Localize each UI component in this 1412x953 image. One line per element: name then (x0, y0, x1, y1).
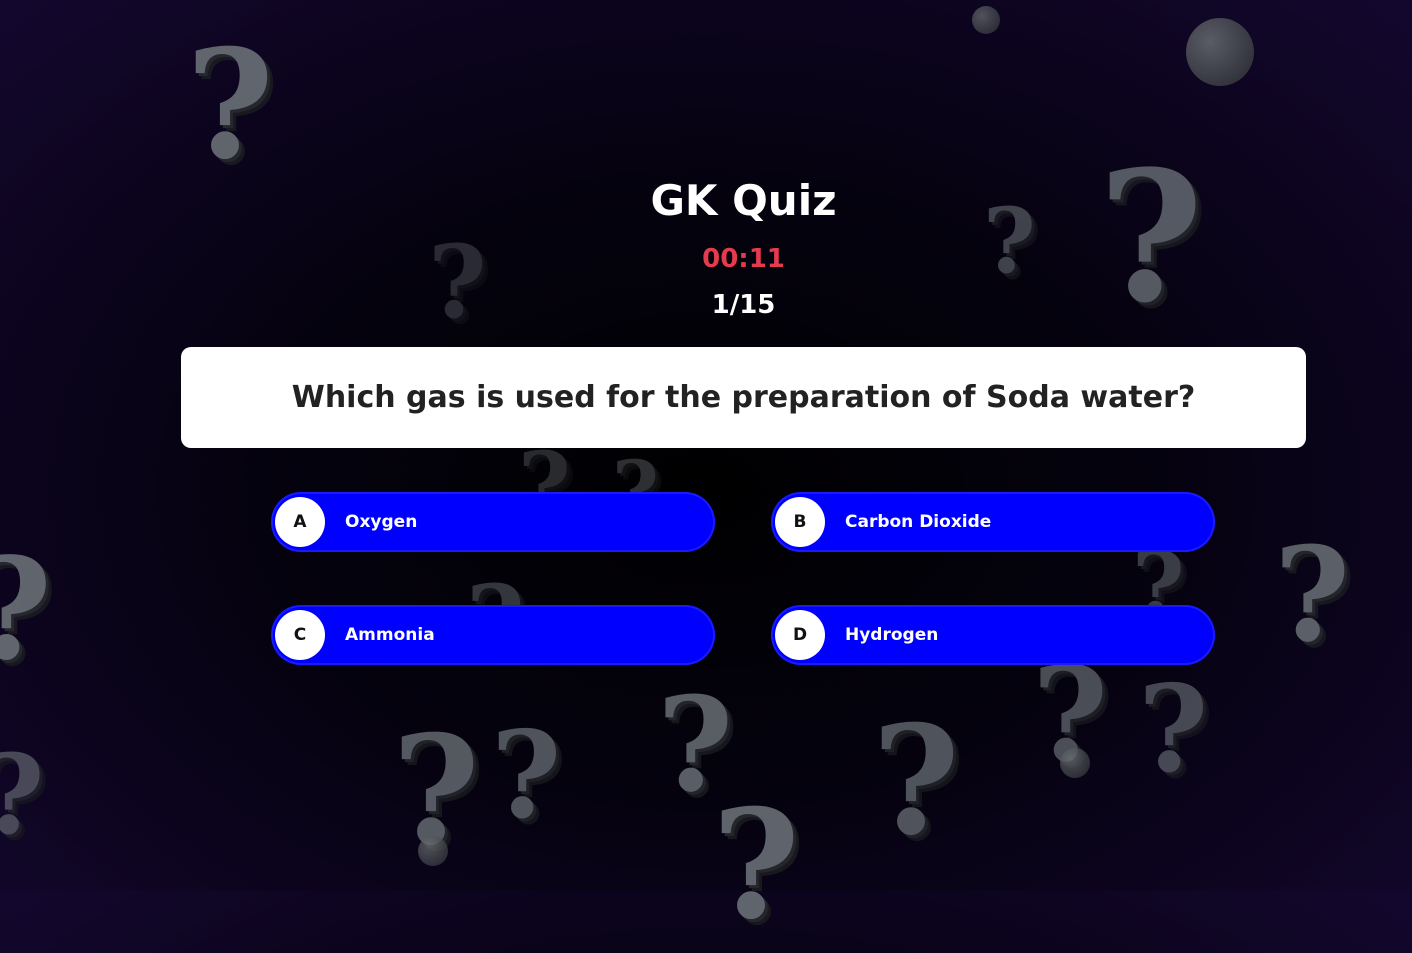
sphere-decoration (1186, 18, 1254, 86)
question-mark-icon: ? (712, 777, 800, 953)
question-mark-icon: ? (0, 540, 52, 680)
option-b-button[interactable]: B Carbon Dioxide (771, 492, 1215, 552)
sphere-decoration (972, 6, 1000, 34)
question-mark-icon: ? (0, 740, 44, 850)
option-a-button[interactable]: A Oxygen (271, 492, 715, 552)
option-letter-badge: C (275, 610, 325, 660)
option-label: Oxygen (345, 512, 418, 532)
option-letter-badge: D (775, 610, 825, 660)
question-mark-icon: ? (1032, 638, 1109, 791)
option-label: Ammonia (345, 625, 435, 645)
option-letter-badge: B (775, 497, 825, 547)
countdown-timer: 00:11 (702, 244, 785, 274)
quiz-title: GK Quiz (650, 176, 837, 225)
question-card: Which gas is used for the preparation of… (181, 347, 1306, 448)
option-label: Hydrogen (845, 625, 939, 645)
option-label: Carbon Dioxide (845, 512, 992, 532)
question-progress: 1/15 (711, 290, 776, 320)
question-mark-icon: ? (1274, 518, 1351, 671)
option-d-button[interactable]: D Hydrogen (771, 605, 1215, 665)
option-c-button[interactable]: C Ammonia (271, 605, 715, 665)
question-mark-icon: ? (1138, 659, 1209, 800)
question-mark-icon: ? (872, 693, 960, 869)
question-mark-icon: ? (657, 668, 734, 821)
option-letter-badge: A (275, 497, 325, 547)
sphere-decoration (418, 836, 448, 866)
question-mark-icon: ? (392, 703, 480, 879)
question-mark-icon: ? (186, 17, 274, 193)
sphere-decoration (1060, 748, 1090, 778)
question-text: Which gas is used for the preparation of… (291, 380, 1196, 415)
question-mark-icon: ? (491, 705, 562, 846)
